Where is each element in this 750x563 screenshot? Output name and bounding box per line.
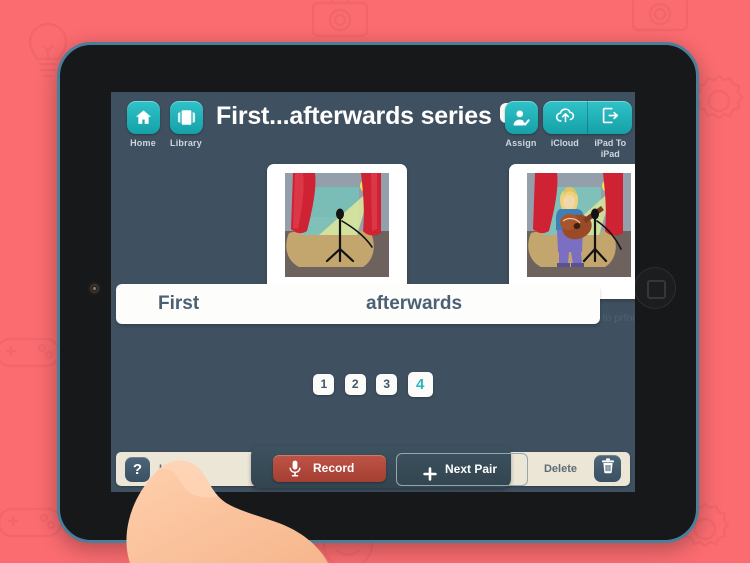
afterwards-word-label: afterwards (366, 293, 463, 314)
icloud-button[interactable] (543, 101, 587, 134)
trash-icon (601, 458, 615, 479)
first-image (285, 173, 389, 277)
page-button-4[interactable]: 4 (407, 372, 433, 397)
ipad-to-ipad-button-label: iPad To iPad (594, 138, 627, 159)
page-button-1[interactable]: 1 (313, 374, 335, 395)
help-label: Help (159, 463, 183, 475)
first-card[interactable]: the light come up on the stage (267, 164, 408, 324)
front-camera-icon (90, 284, 99, 293)
record-label: Record (313, 461, 355, 475)
pair-stage: the light come up on the stage (111, 164, 635, 354)
page-button-3[interactable]: 3 (376, 374, 398, 395)
next-pair-button[interactable]: Next Pair (396, 453, 528, 486)
delete-label: Delete (543, 463, 577, 475)
afterwards-card[interactable]: the singer goes up to prform (509, 164, 635, 324)
ipad-to-ipad-button[interactable] (587, 101, 632, 134)
microphone-icon (289, 460, 301, 487)
first-word-label: First (158, 293, 200, 314)
home-button-nav[interactable]: Home (120, 101, 166, 149)
icloud-button-label: iCloud (550, 138, 579, 148)
device-export-icon (601, 106, 620, 130)
help-button[interactable]: ? (125, 457, 150, 482)
gamepad-icon (0, 500, 64, 544)
page-title: First...afterwards series (216, 102, 520, 131)
ipad-device: Home Library First...afterwards series A… (57, 42, 699, 543)
bottom-toolbar: ? Help Record Next Pair Delete (111, 446, 635, 492)
assign-button-label: Assign (505, 138, 537, 148)
camera-icon (310, 0, 370, 40)
home-button-label: Home (130, 138, 156, 148)
person-check-icon (504, 101, 538, 134)
home-icon (126, 101, 160, 134)
app-screen: Home Library First...afterwards series A… (111, 92, 635, 492)
record-button[interactable]: Record (273, 455, 386, 482)
assign-button[interactable]: Assign (498, 101, 544, 149)
app-header: Home Library First...afterwards series A… (111, 92, 635, 164)
cloud-upload-icon (555, 107, 576, 129)
page-selector: 1 2 3 4 (111, 372, 635, 397)
camera-icon (630, 0, 690, 34)
delete-button[interactable] (594, 455, 621, 482)
next-pair-label: Next Pair (445, 462, 498, 476)
page-button-2[interactable]: 2 (344, 374, 366, 395)
book-icon (169, 101, 203, 134)
afterwards-image (527, 173, 631, 277)
word-bar: First afterwards (116, 284, 600, 324)
plus-icon (423, 462, 437, 492)
transfer-button-group: iCloud iPad To iPad (542, 101, 633, 160)
home-button[interactable] (634, 267, 676, 309)
page-title-text: First...afterwards series (216, 102, 492, 130)
gamepad-icon (0, 330, 62, 374)
library-button-label: Library (170, 138, 202, 148)
library-button[interactable]: Library (163, 101, 209, 149)
